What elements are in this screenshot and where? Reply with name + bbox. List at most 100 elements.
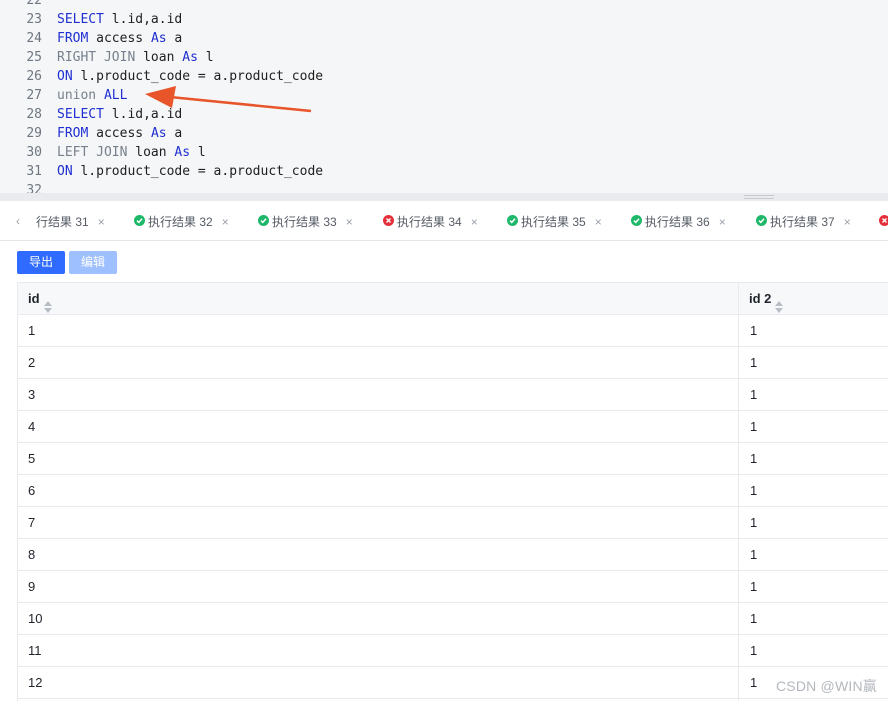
table-cell[interactable]: 2: [28, 347, 35, 379]
code-token: a: [166, 126, 183, 141]
code-text: FROM access As a: [57, 29, 182, 48]
tab-label: 执行结果 35: [521, 214, 586, 229]
code-line[interactable]: 25 RIGHT JOIN loan As l: [0, 48, 888, 67]
result-tab[interactable]: 执行结果 35 ×: [507, 201, 602, 240]
table-cell[interactable]: 10: [28, 603, 42, 635]
table-cell[interactable]: 1: [750, 667, 757, 699]
table-cell[interactable]: 1: [750, 507, 757, 539]
tab-label: 行结果 31: [36, 214, 89, 229]
close-icon[interactable]: ×: [844, 202, 851, 240]
table-row[interactable]: 41: [18, 411, 888, 443]
close-icon[interactable]: ×: [595, 202, 602, 240]
table-cell[interactable]: 3: [28, 379, 35, 411]
tab-label: 执行结果 33: [272, 214, 337, 229]
close-icon[interactable]: ×: [98, 202, 105, 240]
code-token: FROM: [57, 126, 89, 141]
tab-label: 执行结果 37: [770, 214, 835, 229]
result-tab[interactable]: 执行结果 33 ×: [258, 201, 353, 240]
table-cell[interactable]: 1: [750, 603, 757, 635]
table-cell[interactable]: 11: [28, 635, 42, 667]
line-number: 25: [26, 50, 42, 65]
code-token: l.id,a.id: [103, 107, 183, 122]
table-row[interactable]: 61: [18, 475, 888, 507]
result-tab[interactable]: [879, 201, 888, 240]
code-line[interactable]: 29 FROM access As a: [0, 124, 888, 143]
table-cell[interactable]: 4: [28, 411, 35, 443]
result-tab[interactable]: 行结果 31 ×: [36, 201, 105, 240]
table-row[interactable]: 21: [18, 347, 888, 379]
code-token: ALL: [103, 88, 128, 103]
code-line[interactable]: 23 SELECT l.id,a.id: [0, 10, 888, 29]
table-cell[interactable]: 12: [28, 667, 42, 699]
result-tab[interactable]: 执行结果 32 ×: [134, 201, 229, 240]
table-cell[interactable]: 1: [750, 539, 757, 571]
column-divider[interactable]: [738, 283, 739, 701]
code-line[interactable]: 31 ON l.product_code = a.product_code: [0, 162, 888, 181]
table-cell[interactable]: 5: [28, 443, 35, 475]
table-cell[interactable]: 1: [750, 571, 757, 603]
table-cell[interactable]: 1: [750, 443, 757, 475]
close-icon[interactable]: ×: [719, 202, 726, 240]
sql-editor[interactable]: 22 23 SELECT l.id,a.id 24 FROM access As a 25…: [0, 0, 888, 193]
table-row[interactable]: 51: [18, 443, 888, 475]
table-row[interactable]: 11 1: [18, 635, 888, 667]
table-cell[interactable]: 9: [28, 571, 35, 603]
table-row[interactable]: 71: [18, 507, 888, 539]
error-icon: [383, 215, 394, 227]
code-token: As: [182, 50, 198, 65]
table-cell[interactable]: 1: [750, 411, 757, 443]
result-tab[interactable]: 执行结果 34 ×: [383, 201, 478, 240]
table-cell[interactable]: 7: [28, 507, 35, 539]
table-row[interactable]: 12 1: [18, 667, 888, 699]
table-cell[interactable]: 1: [28, 315, 35, 347]
table-cell[interactable]: 6: [28, 475, 35, 507]
code-token: l: [197, 50, 214, 65]
code-line[interactable]: 27 union ALL: [0, 86, 888, 105]
edit-button[interactable]: 编辑: [69, 251, 117, 274]
sort-icon[interactable]: [775, 293, 784, 313]
code-line[interactable]: 32: [0, 181, 888, 193]
table-cell[interactable]: 1: [750, 635, 757, 667]
close-icon[interactable]: ×: [471, 202, 478, 240]
success-icon: [134, 215, 145, 227]
code-line[interactable]: 24 FROM access As a: [0, 29, 888, 48]
column-header-id[interactable]: id: [28, 283, 52, 315]
splitter-grip[interactable]: [744, 195, 774, 199]
table-row[interactable]: 31: [18, 379, 888, 411]
code-line[interactable]: 28 SELECT l.id,a.id: [0, 105, 888, 124]
code-text: ON l.product_code = a.product_code: [57, 162, 323, 181]
table-cell[interactable]: 1: [750, 315, 757, 347]
code-line[interactable]: 22: [0, 0, 888, 10]
code-line[interactable]: 26 ON l.product_code = a.product_code: [0, 67, 888, 86]
code-token: union: [57, 88, 97, 103]
sort-icon[interactable]: [43, 293, 52, 313]
table-row[interactable]: 10 1: [18, 603, 888, 635]
table-row[interactable]: 81: [18, 539, 888, 571]
table-row[interactable]: 91: [18, 571, 888, 603]
line-number: 32: [26, 183, 42, 193]
export-button[interactable]: 导出: [17, 251, 65, 274]
code-token: As: [150, 126, 167, 141]
close-icon[interactable]: ×: [222, 202, 229, 240]
table-cell[interactable]: 8: [28, 539, 35, 571]
code-line[interactable]: 30 LEFT JOIN loan As l: [0, 143, 888, 162]
code-token: LEFT JOIN: [57, 145, 128, 160]
code-token: As: [150, 31, 167, 46]
table-cell[interactable]: 1: [750, 347, 757, 379]
result-tab[interactable]: 执行结果 36 ×: [631, 201, 726, 240]
column-header-id-2[interactable]: id 2: [749, 283, 784, 315]
code-token: access: [88, 31, 151, 46]
error-icon: [879, 215, 888, 227]
table-cell[interactable]: 1: [750, 475, 757, 507]
code-token: SELECT: [57, 12, 104, 27]
result-tab[interactable]: 执行结果 37 ×: [756, 201, 851, 240]
table-row[interactable]: 11: [18, 315, 888, 347]
tab-scroll-left-icon[interactable]: ‹: [16, 214, 26, 228]
code-token: l.product_code = a.product_code: [72, 69, 324, 84]
code-token: RIGHT JOIN: [57, 50, 136, 65]
code-text: SELECT l.id,a.id: [57, 105, 182, 124]
close-icon[interactable]: ×: [346, 202, 353, 240]
pane-splitter[interactable]: [0, 193, 888, 201]
table-cell[interactable]: 1: [750, 379, 757, 411]
